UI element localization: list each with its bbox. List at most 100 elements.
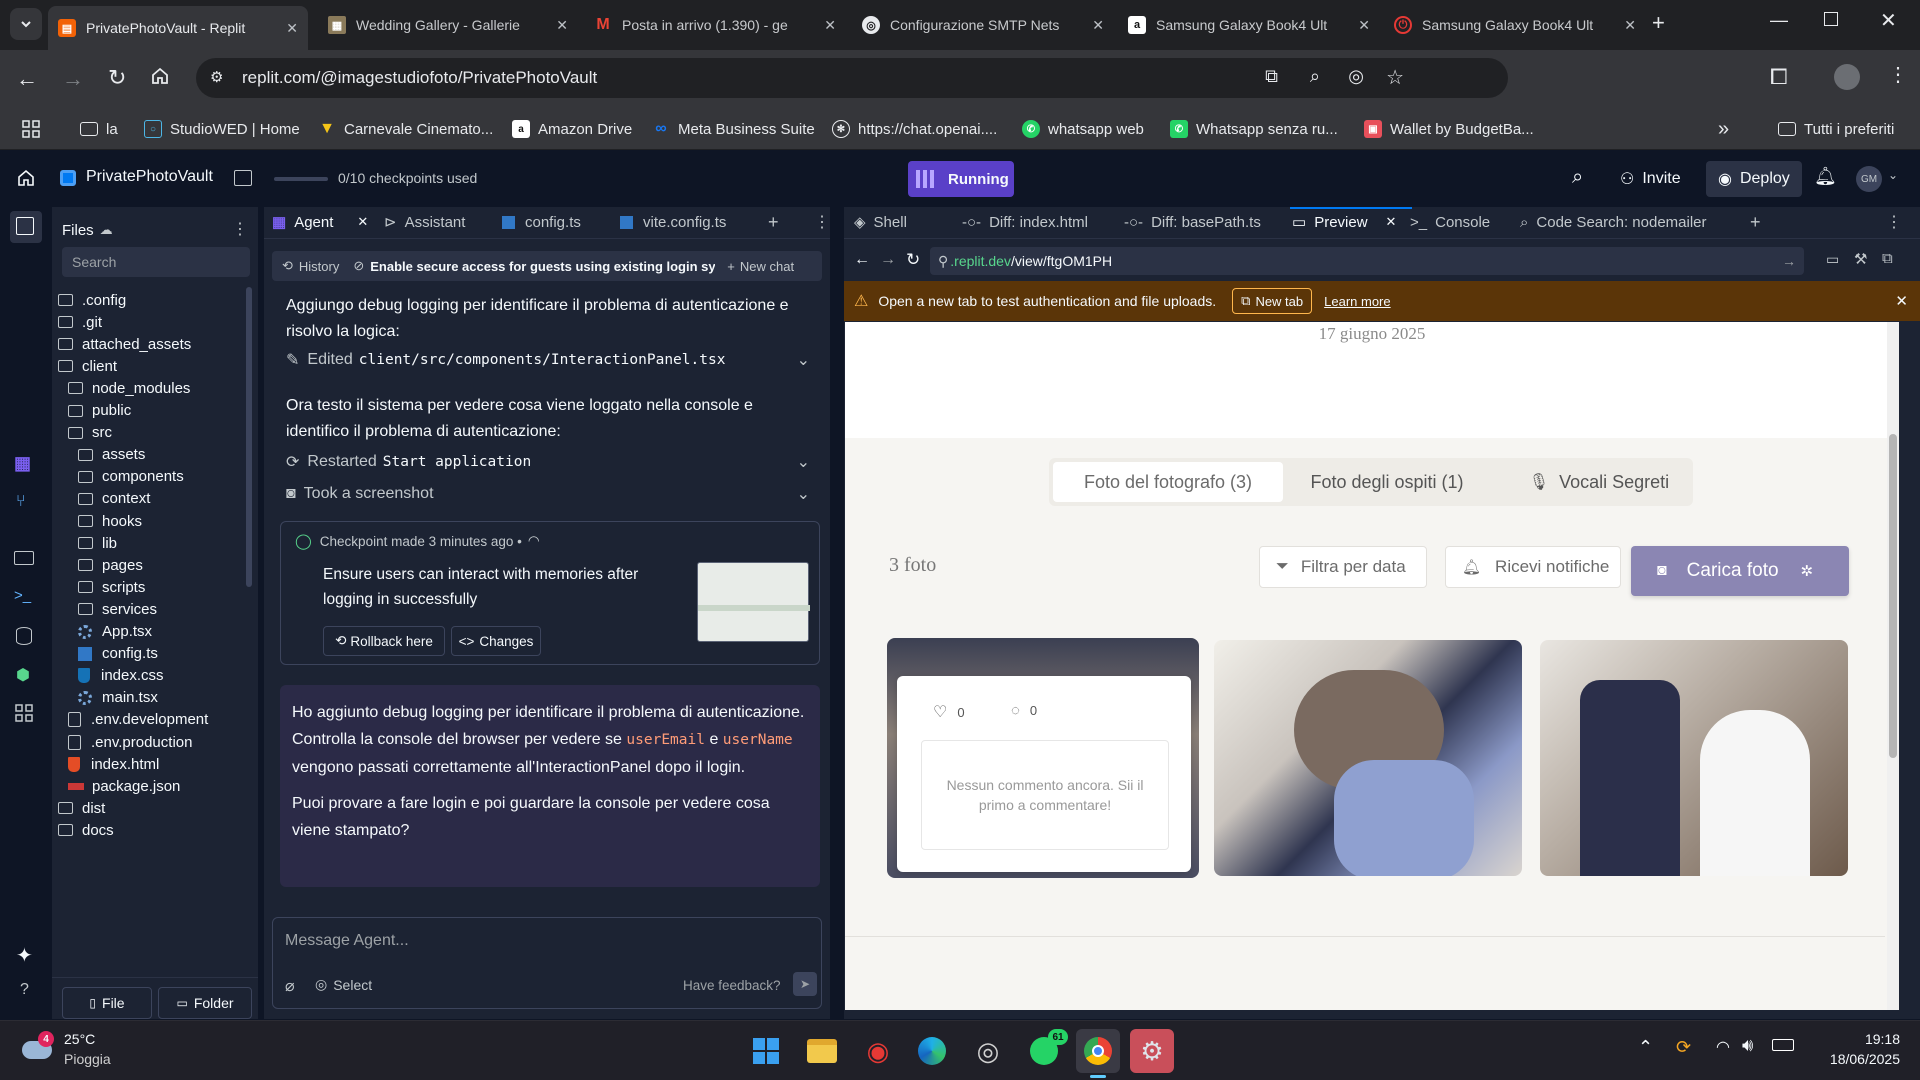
devtools-icon[interactable]: ⚒ <box>1854 250 1867 268</box>
new-tab-button[interactable]: ⧉ New tab <box>1232 288 1313 314</box>
tab-diff-basepath[interactable]: -○- Diff: basePath.ts <box>1124 207 1261 237</box>
user-avatar[interactable]: GM <box>1856 166 1882 192</box>
agent-tool-icon[interactable]: ▦ <box>14 453 31 474</box>
invite-button[interactable]: ⚇ Invite <box>1610 161 1691 197</box>
attach-icon[interactable]: ⌀ <box>285 976 295 996</box>
browser-tab-replit[interactable]: ▤ PrivatePhotoVault - Replit ✕ <box>48 6 308 50</box>
zoom-icon[interactable]: ⌕ <box>1310 66 1320 87</box>
close-tab-icon[interactable]: ✕ <box>1358 17 1370 34</box>
devices-icon[interactable]: ▭ <box>1826 251 1839 268</box>
feedback-link[interactable]: Have feedback? <box>683 978 781 993</box>
project-name[interactable]: PrivatePhotoVault <box>86 168 213 186</box>
profile-avatar[interactable] <box>1834 64 1860 90</box>
new-chat-button[interactable]: New chat <box>740 259 794 274</box>
history-button[interactable]: History <box>299 259 339 274</box>
git-tool-icon[interactable]: ⑂ <box>16 493 26 511</box>
help-icon[interactable]: ? <box>20 981 29 999</box>
action-restarted[interactable]: ⟳ Restarted Start application ⌄ <box>286 449 820 475</box>
close-tab-icon[interactable]: ✕ <box>1386 214 1397 230</box>
antivirus-taskbar-icon[interactable]: ◉ <box>856 1029 900 1073</box>
bookmark-carnevale[interactable]: ▼ Carnevale Cinemato... <box>318 108 493 150</box>
bookmark-amazon-drive[interactable]: a Amazon Drive <box>512 108 632 150</box>
tab-search-button[interactable] <box>10 8 42 40</box>
preview-eye-icon[interactable]: ◠ <box>528 533 540 549</box>
preview-reload-icon[interactable]: ↻ <box>906 250 920 270</box>
close-window-icon[interactable]: ✕ <box>1880 8 1897 33</box>
new-tab-icon[interactable]: + <box>1652 10 1665 36</box>
home-icon[interactable] <box>150 66 170 86</box>
sync-icon[interactable]: ⟳ <box>1676 1037 1691 1058</box>
deploy-button[interactable]: ◉ Deploy <box>1706 161 1802 197</box>
webview-tool-icon[interactable] <box>14 551 34 565</box>
console-tool-icon[interactable]: >_ <box>14 587 31 604</box>
files-scrollbar[interactable] <box>246 287 252 587</box>
tab-vite-config[interactable]: vite.config.ts <box>620 207 726 237</box>
browser-tab-gmail[interactable]: M Posta in arrivo (1.390) - ge ✕ <box>584 8 846 42</box>
preview-back-icon[interactable]: ← <box>854 251 870 269</box>
tab-preview[interactable]: ▭ Preview ✕ <box>1292 207 1396 237</box>
close-tab-icon[interactable]: ✕ <box>1092 17 1104 34</box>
browser-menu-icon[interactable]: ⋮ <box>1888 62 1908 87</box>
minimize-icon[interactable]: — <box>1770 10 1788 31</box>
open-arrow-icon[interactable]: → <box>1782 253 1796 269</box>
tab-guest-photos[interactable]: Foto degli ospiti (1) <box>1287 462 1487 502</box>
browser-tab-amazon[interactable]: a Samsung Galaxy Book4 Ult ✕ <box>1118 8 1380 42</box>
notifications-bell-icon[interactable]: 🔔︎ <box>1814 166 1837 187</box>
settings-taskbar-icon[interactable]: ⚙ <box>1130 1029 1174 1073</box>
bookmark-meta[interactable]: ∞ Meta Business Suite <box>652 108 814 150</box>
open-new-window-icon[interactable]: ⧉ <box>1882 250 1893 267</box>
bookmark-whatsapp-senza[interactable]: ✆ Whatsapp senza ru... <box>1170 108 1338 150</box>
preview-forward-icon[interactable]: → <box>880 251 896 269</box>
secrets-tool-icon[interactable]: ⬢ <box>16 665 30 685</box>
photo-card-2[interactable] <box>1214 640 1522 876</box>
bookmark-chatgpt[interactable]: ✻ https://chat.openai.... <box>832 108 997 150</box>
wifi-icon[interactable]: ◠ <box>1716 1037 1730 1057</box>
all-bookmarks-folder[interactable]: Tutti i preferiti <box>1778 108 1894 150</box>
project-info-icon[interactable] <box>234 170 252 186</box>
clock-date[interactable]: 18/06/2025 <box>1808 1051 1900 1067</box>
site-info-icon[interactable]: ⚙ <box>210 68 223 86</box>
back-icon[interactable]: ← <box>16 66 38 92</box>
filter-by-date-button[interactable]: ⏷ Filtra per data <box>1259 546 1427 588</box>
close-tab-icon[interactable]: ✕ <box>1624 17 1636 34</box>
preview-url-input[interactable]: ⚲ .replit.dev /view/ftgOM1PH → <box>930 247 1804 275</box>
tab-assistant[interactable]: ⊳ Assistant <box>384 207 465 237</box>
obs-taskbar-icon[interactable]: ◎ <box>966 1029 1010 1073</box>
comment-button[interactable]: ◌ 0 <box>1011 702 1037 719</box>
pane-menu-icon[interactable]: ⋮ <box>814 207 830 237</box>
tab-agent[interactable]: ▦ Agent ✕ <box>272 207 368 237</box>
weather-widget[interactable]: 4 <box>22 1031 56 1067</box>
sparkle-icon[interactable]: ✦ <box>16 943 33 968</box>
battery-icon[interactable] <box>1772 1039 1794 1051</box>
chevron-up-icon[interactable]: ⌃ <box>1638 1037 1653 1058</box>
browser-tab-smtp[interactable]: ◎ Configurazione SMTP Nets ✕ <box>852 8 1114 42</box>
search-icon[interactable]: ⌕ <box>1572 166 1583 189</box>
bookmark-whatsapp-web[interactable]: ✆ whatsapp web <box>1022 108 1144 150</box>
database-tool-icon[interactable] <box>16 627 32 645</box>
bookmark-folder-la[interactable]: la <box>80 108 118 150</box>
like-button[interactable]: ♡ 0 <box>933 702 965 722</box>
close-tab-icon[interactable]: ✕ <box>357 214 368 230</box>
photo-card-3[interactable] <box>1540 640 1848 876</box>
bookmark-star-icon[interactable]: ☆ <box>1386 65 1404 90</box>
run-button[interactable]: Running <box>908 161 1014 197</box>
maximize-icon[interactable] <box>1824 12 1838 26</box>
volume-icon[interactable]: 🔊︎ <box>1742 1035 1753 1056</box>
upload-photo-button[interactable]: ◙ Carica foto ✲ <box>1631 546 1849 596</box>
new-folder-button[interactable]: ▭ Folder <box>158 987 252 1019</box>
browser-tab-wedding[interactable]: ▦ Wedding Gallery - Gallerie ✕ <box>318 8 578 42</box>
tab-console[interactable]: >_ Console <box>1410 207 1490 237</box>
file-explorer-taskbar[interactable] <box>800 1029 844 1073</box>
clock-time[interactable]: 19:18 <box>1840 1031 1900 1047</box>
select-button[interactable]: ◎ Select <box>315 976 372 993</box>
close-banner-icon[interactable]: ✕ <box>1895 292 1908 310</box>
apps-grid-icon[interactable] <box>22 108 40 150</box>
close-tab-icon[interactable]: ✕ <box>824 17 836 34</box>
tab-code-search[interactable]: ⌕ Code Search: nodemailer <box>1520 207 1707 237</box>
address-bar[interactable]: ⚙ replit.com/@imagestudiofoto/PrivatePho… <box>196 58 1508 98</box>
chevron-down-icon[interactable]: ⌄ <box>1888 168 1898 182</box>
bookmark-studiowed[interactable]: ○ StudioWED | Home <box>144 108 300 150</box>
action-edited-file[interactable]: ✎ Edited client/src/components/Interacti… <box>286 347 820 373</box>
close-tab-icon[interactable]: ✕ <box>286 20 298 37</box>
send-button[interactable]: ➤ <box>793 972 817 996</box>
